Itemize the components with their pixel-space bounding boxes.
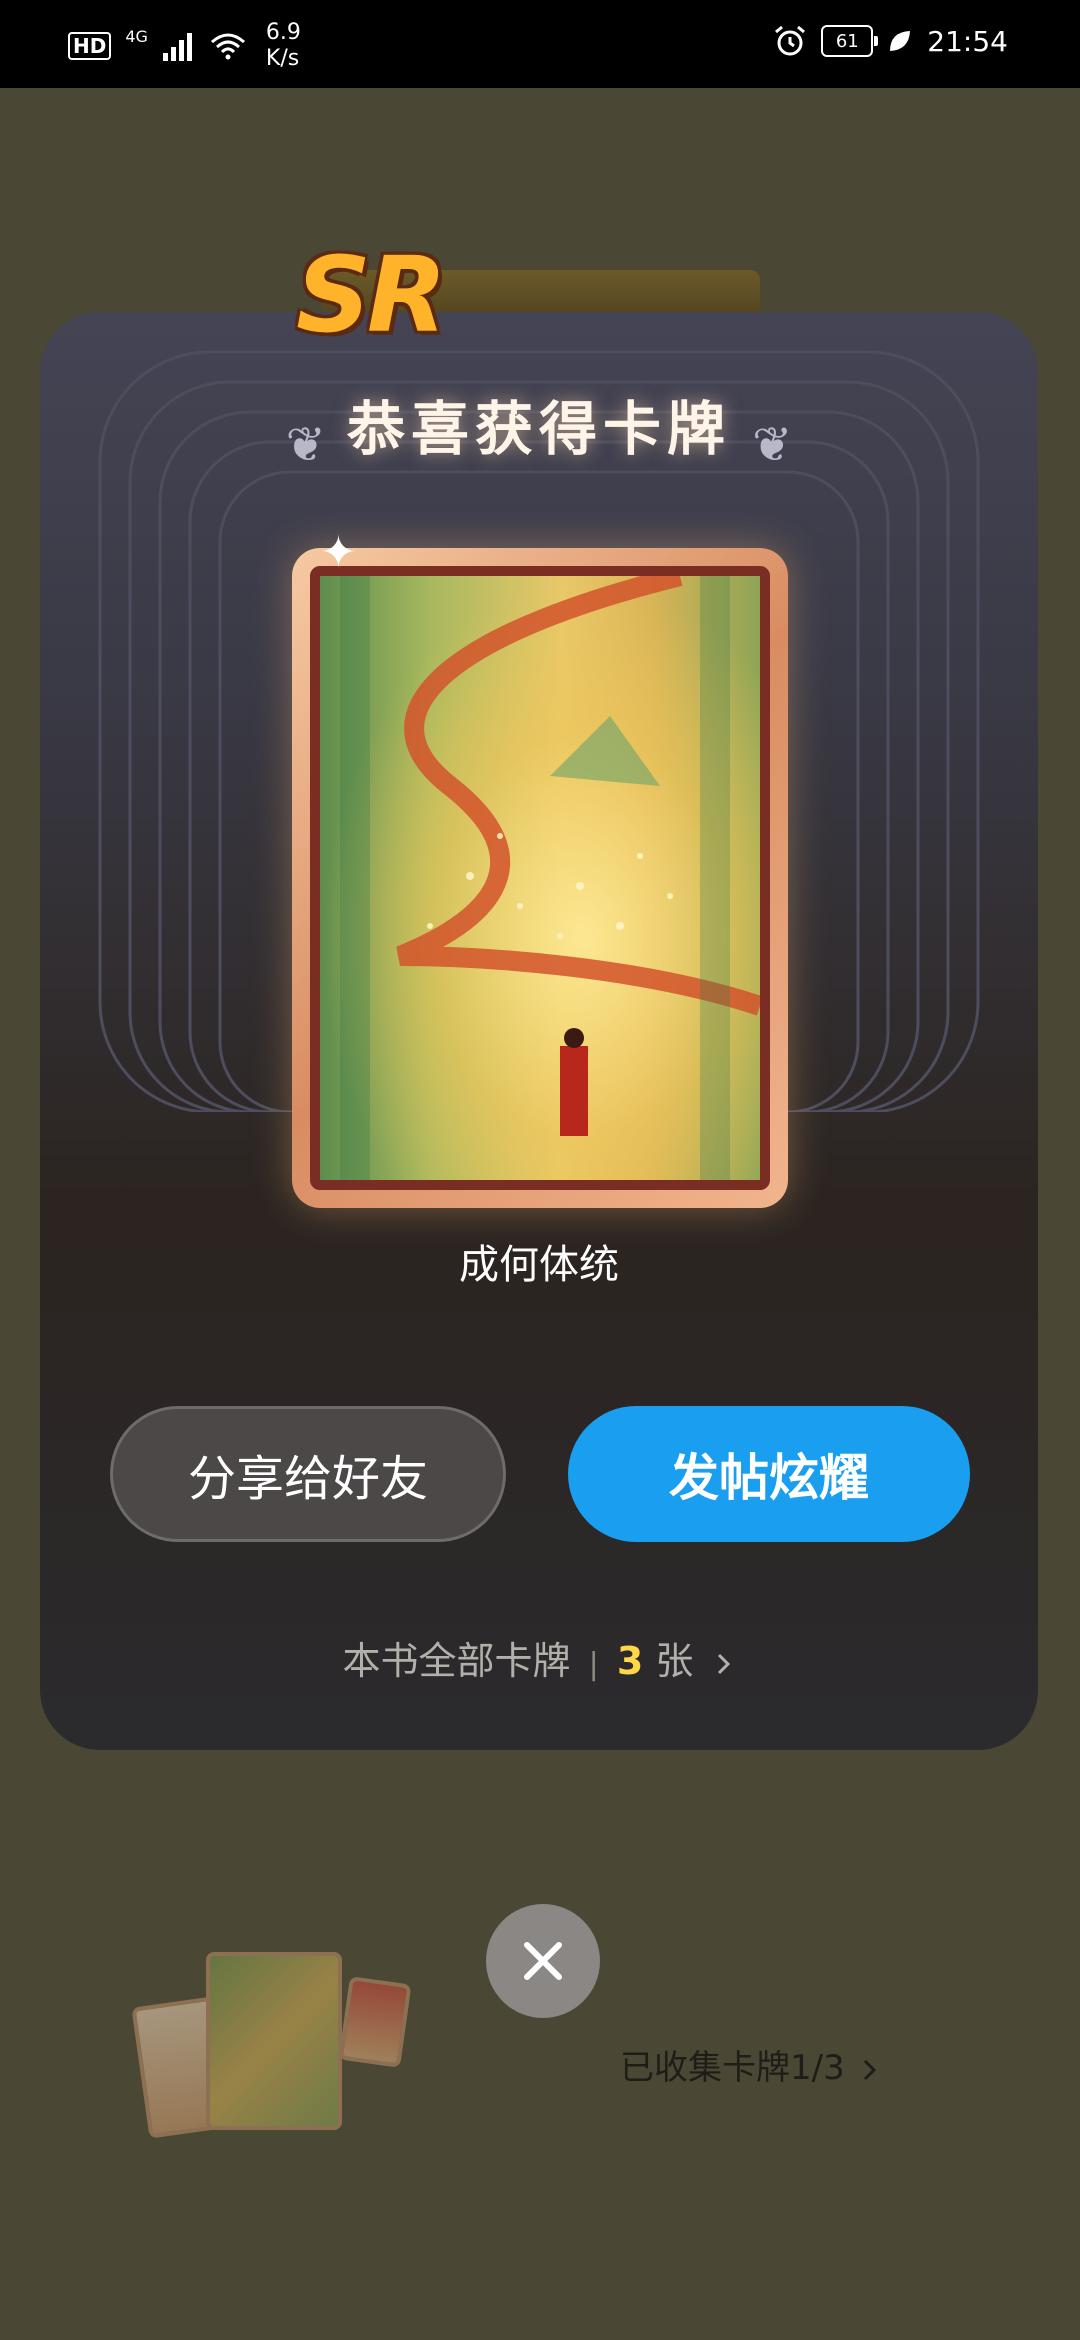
- laurel-right-icon: ❦: [752, 416, 793, 473]
- card-name: 成何体统: [459, 1242, 619, 1288]
- network-speed: 6.9 K/s: [266, 20, 301, 72]
- leaf-icon: [890, 31, 911, 51]
- clock: 21:54: [927, 24, 1008, 58]
- all-cards-prefix: 本书全部卡牌: [342, 1639, 571, 1683]
- signal-icon: [162, 33, 192, 61]
- network-type: 4G: [125, 26, 148, 46]
- collected-cards-link[interactable]: 已收集卡牌1/3: [620, 2040, 880, 2089]
- all-cards-unit: 张: [655, 1639, 694, 1683]
- card-artwork: [310, 566, 770, 1190]
- rarity-badge: SR: [296, 234, 447, 356]
- share-to-friends-button[interactable]: 分享给好友: [110, 1406, 506, 1542]
- chevron-right-icon: [863, 2059, 876, 2080]
- all-cards-count: 3: [616, 1639, 644, 1683]
- share-button-label: 分享给好友: [187, 1451, 428, 1507]
- battery-indicator: 61: [821, 25, 879, 57]
- wifi-icon: [210, 33, 245, 60]
- card-reward-dialog: ❦ 恭喜获得卡牌 ❦ ✦ 成何体统 分享给好友 发帖炫耀 本书全部卡牌 | 3 …: [40, 312, 1038, 1750]
- post-button-label: 发帖炫耀: [669, 1449, 869, 1507]
- sparkle-star-icon: ✦: [320, 527, 357, 578]
- speed-value: 6.9: [265, 20, 301, 45]
- mini-card: [338, 1976, 412, 2068]
- speed-unit: K/s: [265, 46, 300, 71]
- mini-card: [206, 1952, 342, 2130]
- dialog-title: 恭喜获得卡牌: [346, 395, 731, 463]
- collected-cards-stack[interactable]: [130, 1940, 412, 2140]
- all-cards-link[interactable]: 本书全部卡牌 | 3 张: [40, 1630, 1038, 1685]
- collected-cards-label: 已收集卡牌1/3: [620, 2048, 845, 2088]
- laurel-left-icon: ❦: [285, 416, 326, 473]
- card-illustration: [340, 576, 760, 1180]
- battery-level: 61: [835, 30, 859, 52]
- separator: |: [588, 1647, 599, 1682]
- close-button[interactable]: [486, 1904, 600, 2018]
- hd-badge: HD: [68, 32, 112, 60]
- chevron-right-icon: [718, 1653, 731, 1674]
- post-show-off-button[interactable]: 发帖炫耀: [568, 1406, 970, 1542]
- alarm-icon: [775, 25, 806, 56]
- status-bar: HD 4G 6.9 K/s 61 21:54: [0, 0, 1080, 88]
- title-row: ❦ 恭喜获得卡牌 ❦: [40, 382, 1038, 473]
- close-icon: [524, 1942, 562, 1980]
- reward-card[interactable]: [292, 548, 788, 1208]
